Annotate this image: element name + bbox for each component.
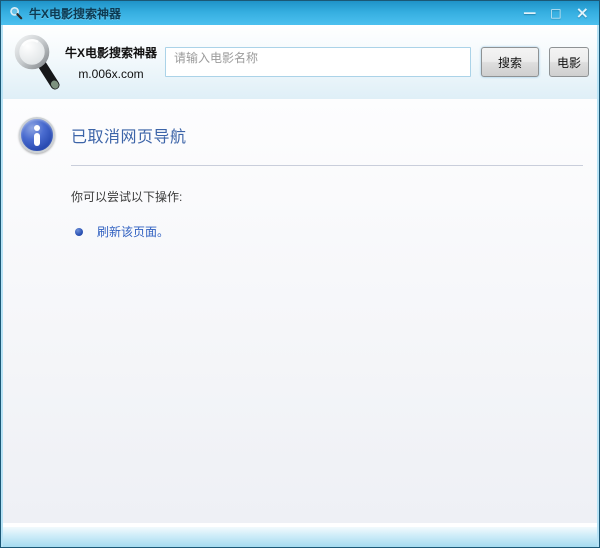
search-button[interactable]: 搜索 bbox=[481, 47, 539, 77]
bullet-icon bbox=[75, 228, 83, 236]
window-body: 牛X电影搜索神器 m.006x.com 搜索 电影 已取消网页导航 你可以尝试以… bbox=[1, 25, 599, 547]
window-footer bbox=[3, 527, 597, 547]
movie-button[interactable]: 电影 bbox=[549, 47, 589, 77]
app-window: 牛X电影搜索神器 — □ × bbox=[0, 0, 600, 548]
close-icon[interactable]: × bbox=[576, 5, 589, 21]
error-header-row: 已取消网页导航 bbox=[19, 117, 583, 153]
suggestion-intro: 你可以尝试以下操作: bbox=[71, 188, 583, 205]
error-heading: 已取消网页导航 bbox=[71, 123, 187, 147]
search-header: 牛X电影搜索神器 m.006x.com 搜索 电影 bbox=[3, 25, 597, 99]
magnifier-icon bbox=[11, 34, 63, 92]
error-page: 已取消网页导航 你可以尝试以下操作: 刷新该页面。 bbox=[3, 99, 597, 523]
app-url: m.006x.com bbox=[78, 67, 143, 81]
search-input[interactable] bbox=[165, 47, 471, 77]
magnifier-icon bbox=[9, 6, 23, 20]
maximize-icon[interactable]: □ bbox=[550, 7, 561, 19]
window-controls: — □ × bbox=[523, 5, 589, 21]
info-icon bbox=[19, 117, 55, 153]
app-meta: 牛X电影搜索神器 m.006x.com bbox=[65, 44, 157, 81]
window-title: 牛X电影搜索神器 bbox=[29, 5, 121, 22]
divider bbox=[71, 165, 583, 166]
minimize-icon[interactable]: — bbox=[523, 7, 536, 20]
app-name: 牛X电影搜索神器 bbox=[65, 44, 157, 61]
titlebar[interactable]: 牛X电影搜索神器 — □ × bbox=[1, 1, 599, 25]
refresh-page-link[interactable]: 刷新该页面。 bbox=[97, 223, 169, 240]
refresh-list-item: 刷新该页面。 bbox=[75, 223, 583, 240]
